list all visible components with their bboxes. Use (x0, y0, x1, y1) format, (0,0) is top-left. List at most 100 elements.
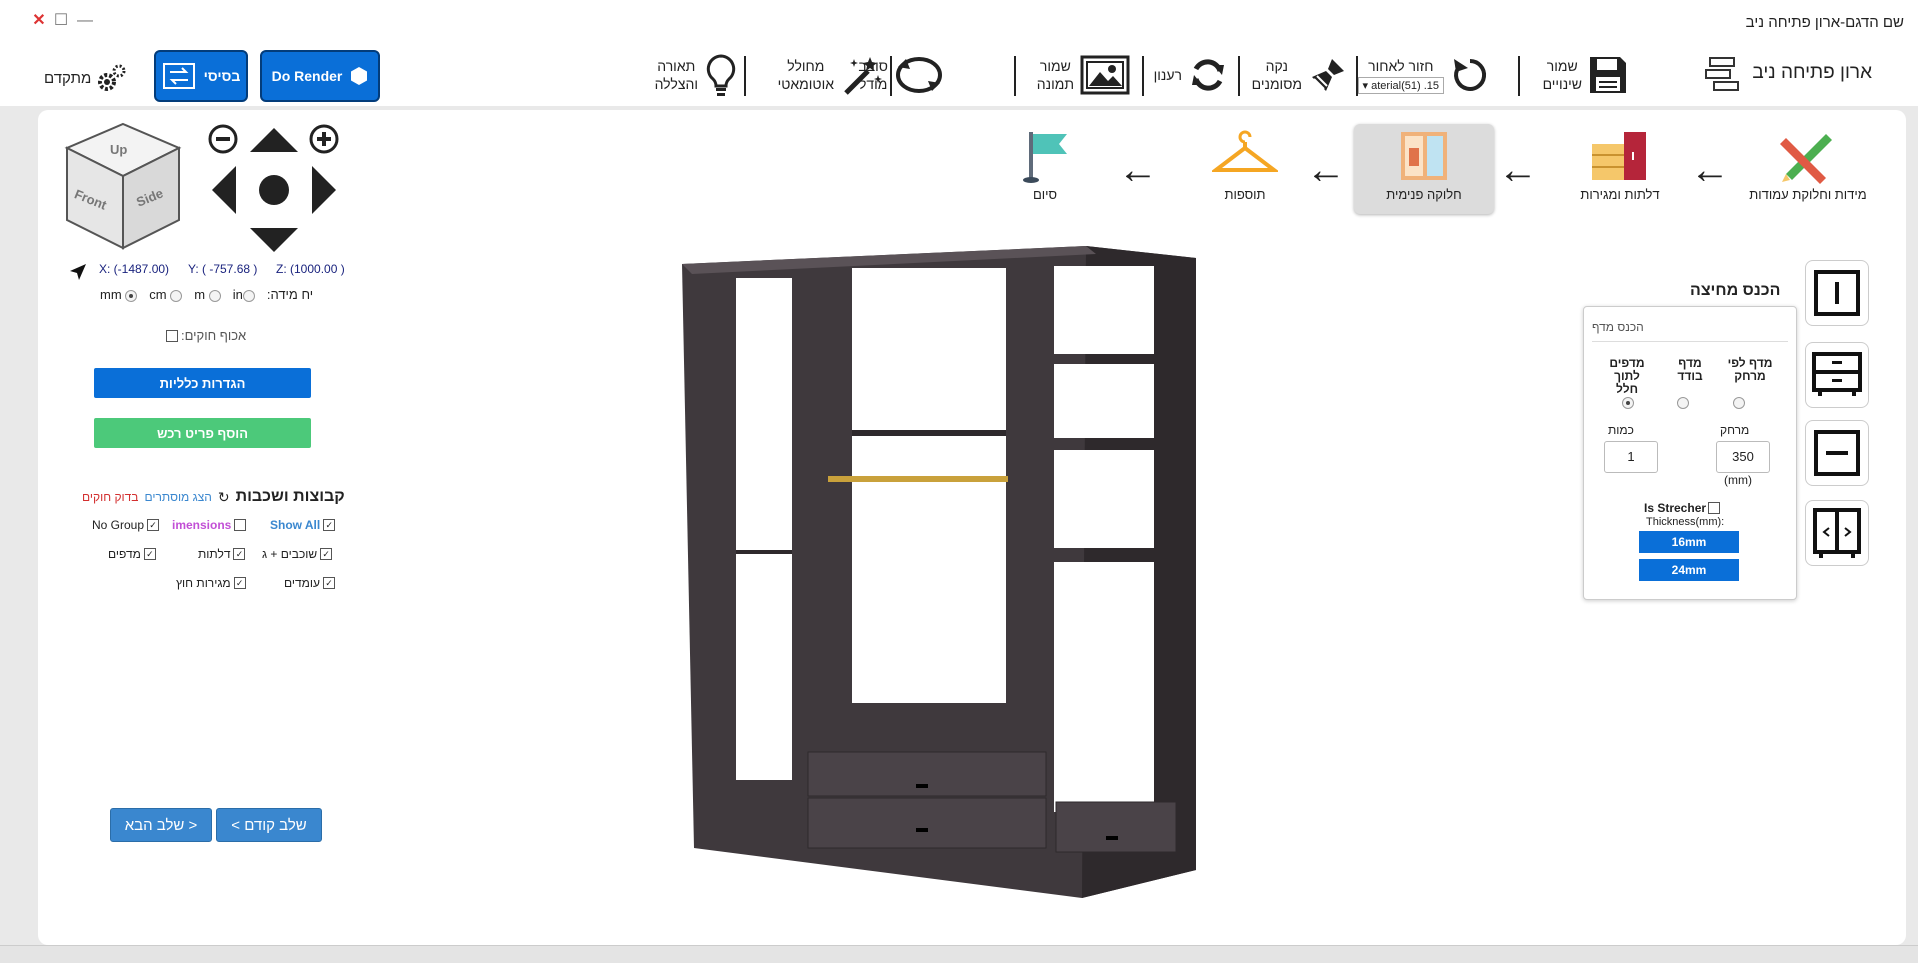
flag-icon (1023, 132, 1067, 183)
refresh-layers-icon[interactable]: ↻ (218, 489, 230, 506)
rotate-icon (896, 57, 942, 93)
layer-check-dimensions[interactable]: imensions (172, 518, 247, 532)
cube-up-label[interactable]: Up (110, 142, 127, 157)
step-finish[interactable]: סיום (1010, 128, 1080, 202)
save-image-button[interactable]: שמור תמונה (1037, 50, 1130, 100)
panel-header: הכנס מדף (1592, 313, 1788, 342)
save-icon (1590, 57, 1626, 93)
insert-doors-button[interactable] (1805, 500, 1869, 566)
separator (1356, 56, 1358, 96)
distance-input[interactable]: 350 (1716, 441, 1770, 473)
refresh-button[interactable]: רענון (1154, 50, 1228, 100)
separator (744, 56, 746, 96)
units-label: יח מידה: (266, 287, 314, 302)
pan-left-icon[interactable] (212, 166, 236, 214)
pan-up-icon[interactable] (250, 128, 298, 152)
advanced-mode-button[interactable]: מתקדם (44, 62, 127, 94)
thickness-16mm-button[interactable]: 16mm (1639, 531, 1739, 553)
unit-note: (mm) (1724, 473, 1752, 487)
refresh-icon (1192, 59, 1224, 91)
status-bar (0, 945, 1918, 963)
layer-check-horizontal[interactable]: שוכבים + ג ✓ (262, 547, 333, 561)
swap-icon (162, 63, 195, 89)
coord-y: Y: ( -757.68 ) (188, 262, 258, 276)
view-cube[interactable]: Up Front Side (62, 120, 184, 255)
partition-icon (1814, 270, 1860, 316)
window-title: שם הדגם-ארון פתיחה ניב (1745, 14, 1904, 31)
clean-selected-button[interactable]: נקה מסומנים (1252, 50, 1348, 100)
layers-icon[interactable] (1704, 56, 1740, 97)
hanger-icon (1210, 130, 1280, 172)
pan-zoom-controls (208, 124, 340, 259)
unit-mm[interactable]: mm (100, 287, 138, 302)
zoom-out-icon[interactable] (208, 124, 238, 154)
step-interior[interactable]: חלוקה פנימית (1354, 128, 1494, 202)
render-button[interactable]: Do Render (260, 50, 380, 102)
step-arrow-icon: ← (1498, 148, 1538, 192)
close-icon[interactable]: ✕ (30, 12, 48, 30)
separator (1238, 56, 1240, 96)
separator (890, 56, 892, 96)
layer-check-show-all[interactable]: Show All ✓ (270, 518, 336, 532)
step-arrow-icon: ← (1118, 148, 1158, 192)
insert-shelf-button[interactable] (1805, 420, 1869, 486)
window-titlebar: ✕ ☐ — שם הדגם-ארון פתיחה ניב (0, 0, 1918, 45)
unit-cm[interactable]: cm (149, 287, 183, 302)
next-step-button[interactable]: שלב הבא > (110, 808, 212, 842)
lighting-button[interactable]: תאורה והצללה (655, 50, 738, 100)
step-doors[interactable]: דלתות ומגירות (1570, 128, 1670, 202)
auto-generate-button[interactable]: מחולל אוטומאטי (778, 50, 884, 100)
insert-drawers-button[interactable] (1805, 342, 1869, 408)
zoom-in-icon[interactable] (309, 124, 339, 154)
wardrobe-door-icon (1592, 132, 1646, 180)
material-select[interactable]: ▾ aterial(51) .15 (1357, 76, 1444, 94)
navigation-pointer-icon (68, 262, 88, 285)
layer-check-outer-drawers[interactable]: מגירות חוץ ✓ (176, 576, 246, 590)
unit-m[interactable]: m (194, 287, 221, 302)
save-changes-button[interactable]: שמור שינויים (1543, 50, 1628, 100)
layer-check-shelves[interactable]: מדפים ✓ (108, 547, 156, 561)
basic-mode-button[interactable]: בסיסי (154, 50, 248, 102)
wardrobe-3d-model[interactable] (676, 240, 1206, 903)
pan-down-icon[interactable] (250, 228, 298, 252)
option-by-distance-label: מדף לפי מרחק (1727, 356, 1773, 383)
layer-check-no-group[interactable]: No Group ✓ (92, 518, 160, 532)
step-arrow-icon: ← (1690, 148, 1730, 192)
count-input[interactable]: 1 (1604, 441, 1658, 473)
step-arrow-icon: ← (1306, 148, 1346, 192)
prev-step-button[interactable]: < שלב קודם (216, 808, 322, 842)
option-single-radio[interactable] (1677, 397, 1689, 409)
general-settings-button[interactable]: הגדרות כלליות (94, 368, 311, 398)
unit-in[interactable]: in (233, 287, 255, 302)
model-name: ארון פתיחה ניב (1752, 62, 1872, 83)
magic-wand-icon (844, 57, 882, 95)
add-purchase-item-button[interactable]: הוסף פריט רכש (94, 418, 311, 448)
separator (1518, 56, 1520, 96)
layers-header: בדוק חוקים הצג מוסתרים ↻ קבוצות ושכבות (82, 488, 345, 506)
check-hinges-link[interactable]: בדוק חוקים (82, 490, 138, 504)
option-into-space-radio[interactable] (1622, 397, 1634, 409)
undo-button[interactable]: חזור לאחור ▾ aterial(51) .15 (1357, 50, 1490, 100)
shelf-icon (1814, 430, 1860, 476)
show-hidden-link[interactable]: הצג מוסתרים (144, 490, 211, 504)
pencil-ruler-icon (1780, 134, 1832, 184)
force-hinges-checkbox[interactable]: אכוף חוקים: (166, 328, 246, 343)
step-dimensions[interactable]: מידות וחלוקת עמודות (1738, 128, 1878, 202)
reset-view-icon[interactable] (259, 175, 289, 205)
layer-check-vertical[interactable]: עומדים ✓ (284, 576, 336, 590)
maximize-icon[interactable]: ☐ (52, 12, 70, 30)
stretcher-checkbox[interactable]: Is Strecher (1644, 501, 1721, 515)
separator (1142, 56, 1144, 96)
double-door-icon (1813, 508, 1861, 558)
option-by-distance-radio[interactable] (1733, 397, 1745, 409)
layer-check-doors[interactable]: דלתות ✓ (198, 547, 246, 561)
pan-right-icon[interactable] (312, 166, 336, 214)
insert-partition-button[interactable] (1805, 260, 1869, 326)
undo-icon (1454, 58, 1487, 91)
option-into-space-label: מדפים לתוך חלל (1609, 356, 1645, 396)
insert-shelf-panel: הכנס מדף מדפים לתוך חלל מדף בודד מדף לפי… (1583, 306, 1797, 600)
step-extras[interactable]: תוספות (1200, 128, 1290, 202)
thickness-24mm-button[interactable]: 24mm (1639, 559, 1739, 581)
hexagon-icon (351, 67, 368, 85)
minimize-icon[interactable]: — (76, 12, 94, 30)
